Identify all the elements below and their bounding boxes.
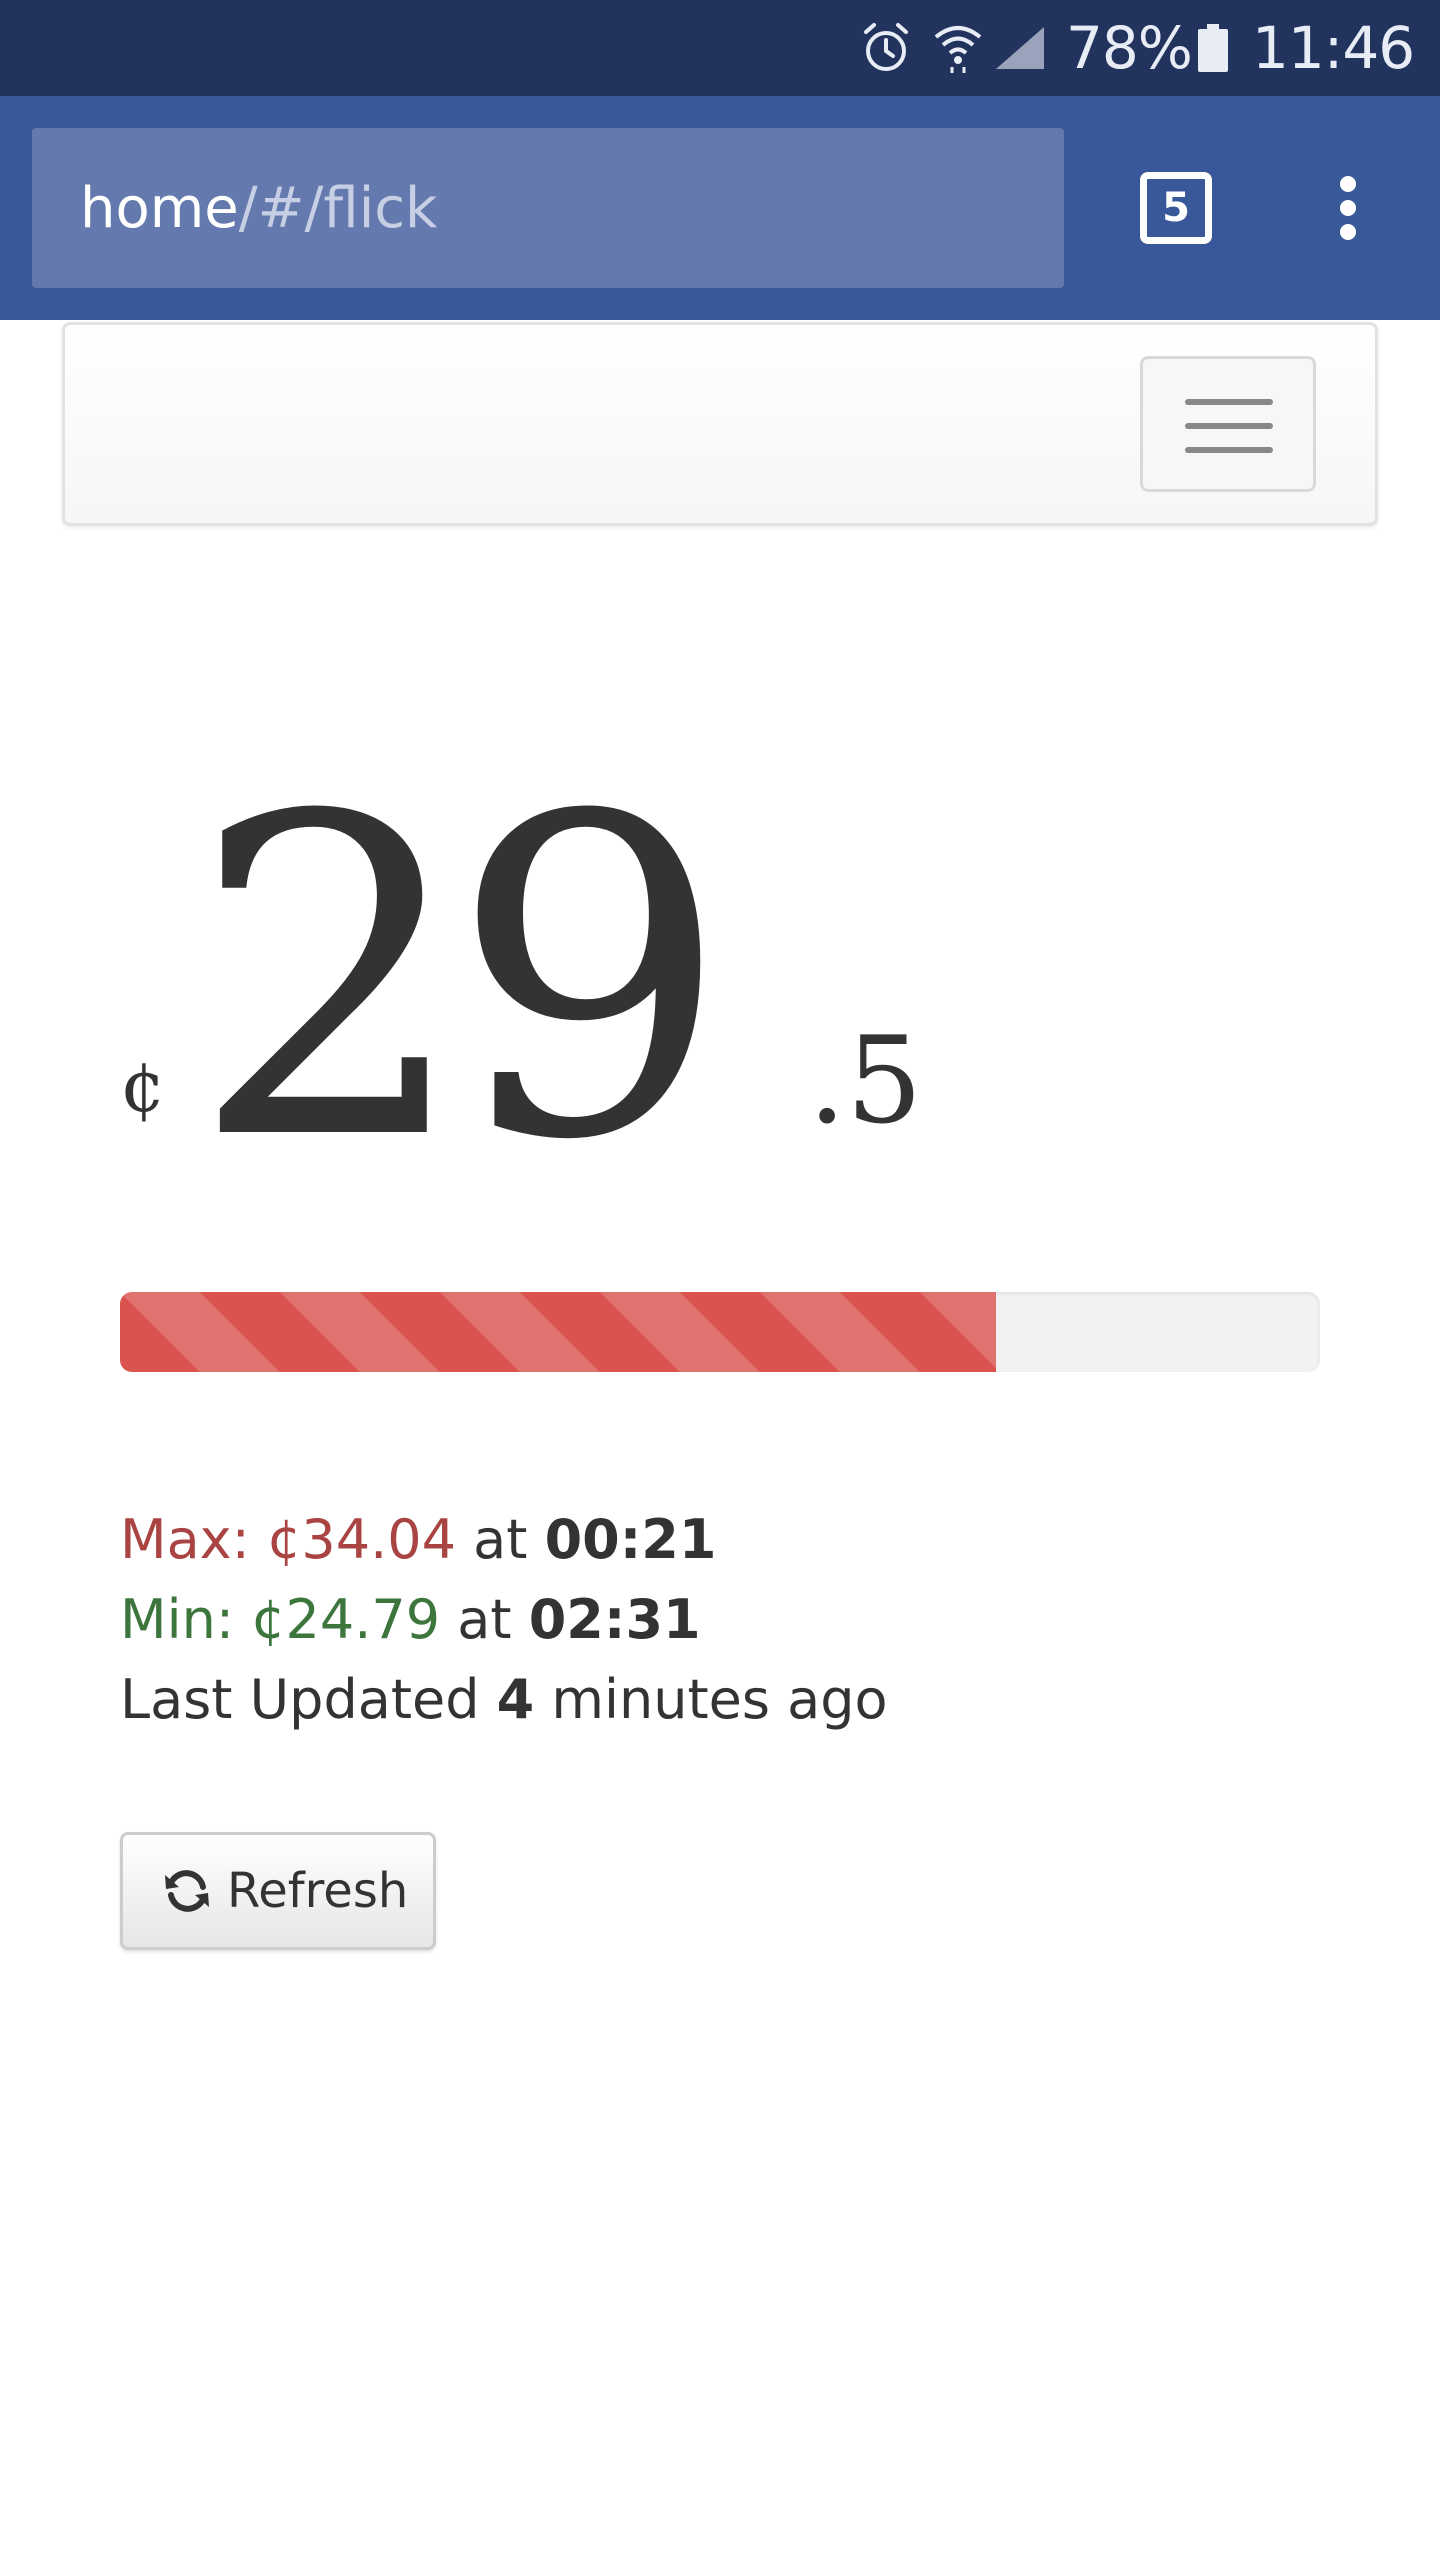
overflow-menu-button[interactable]: [1320, 166, 1376, 250]
price-progress-bar: [120, 1292, 1320, 1372]
refresh-icon: [163, 1867, 211, 1915]
updated-prefix: Last Updated: [120, 1668, 480, 1731]
hamburger-bar: [1185, 399, 1273, 405]
refresh-label: Refresh: [227, 1863, 409, 1919]
battery-percent: 78%: [1066, 14, 1193, 82]
last-updated: Last Updated 4 minutes ago: [120, 1660, 888, 1740]
price-stats: Max: ¢34.04 at 00:21 Min: ¢24.79 at 02:3…: [120, 1500, 888, 1740]
hamburger-bar: [1185, 447, 1273, 453]
url-path: /#/flick: [238, 175, 438, 241]
more-vert-icon: [1340, 176, 1356, 240]
max-time: 00:21: [544, 1508, 717, 1571]
price-currency-symbol: ¢: [120, 1044, 166, 1128]
battery-icon: [1196, 0, 1230, 96]
max-price: Max: ¢34.04: [120, 1508, 456, 1571]
clock-time: 11:46: [1252, 14, 1415, 82]
hamburger-bar: [1185, 423, 1273, 429]
max-stat: Max: ¢34.04 at 00:21: [120, 1500, 888, 1580]
min-time: 02:31: [528, 1588, 701, 1651]
min-stat: Min: ¢24.79 at 02:31: [120, 1580, 888, 1660]
url-host: home: [80, 175, 239, 241]
min-price: Min: ¢24.79: [120, 1588, 441, 1651]
browser-toolbar: home/#/flick 5: [0, 96, 1440, 320]
tab-count: 5: [1162, 185, 1190, 231]
signal-icon: [994, 0, 1046, 96]
updated-suffix: minutes ago: [551, 1668, 888, 1731]
status-bar: 78% 11:46: [0, 0, 1440, 96]
alarm-icon: [862, 0, 910, 96]
wifi-icon: [934, 0, 982, 96]
navbar-toggle-button[interactable]: [1140, 356, 1316, 492]
max-at: at: [473, 1508, 528, 1571]
refresh-button[interactable]: Refresh: [120, 1832, 436, 1950]
price-integer: 29: [190, 724, 730, 1236]
price-decimal: .5: [808, 1012, 923, 1151]
updated-value: 4: [496, 1668, 535, 1731]
min-at: at: [457, 1588, 512, 1651]
tab-switcher-button[interactable]: 5: [1140, 172, 1212, 244]
url-bar[interactable]: home/#/flick: [32, 128, 1064, 288]
progress-fill: [120, 1292, 996, 1372]
